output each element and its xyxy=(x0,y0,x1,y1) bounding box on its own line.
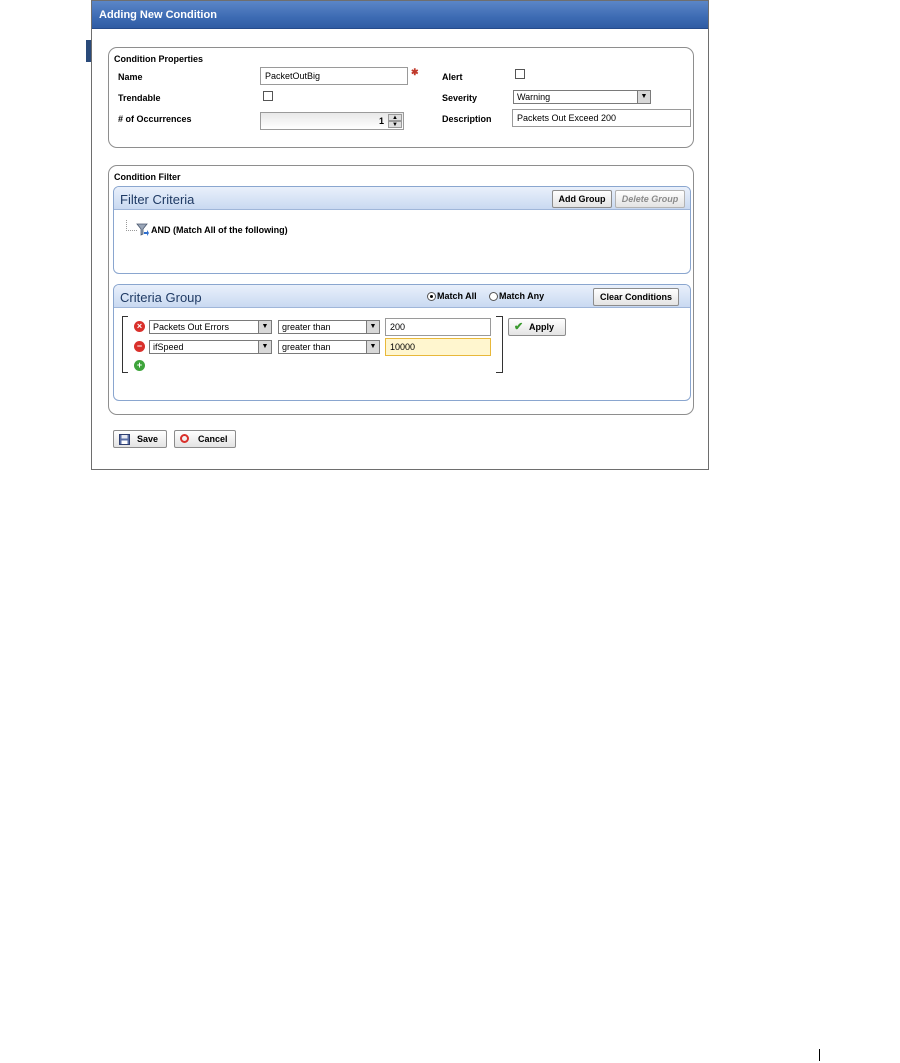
operator-select-1[interactable]: greater than ▼ xyxy=(278,320,380,334)
condition-properties-title: Condition Properties xyxy=(114,54,204,64)
remove-condition-icon[interactable]: × xyxy=(134,321,145,332)
save-button[interactable]: Save xyxy=(113,430,167,448)
checkmark-icon: ✔ xyxy=(514,321,524,333)
dialog-titlebar[interactable]: Adding New Condition xyxy=(92,1,708,29)
attribute-value-1: Packets Out Errors xyxy=(153,322,230,332)
add-group-button[interactable]: Add Group xyxy=(552,190,612,208)
chevron-down-icon[interactable]: ▼ xyxy=(366,341,379,353)
chevron-down-icon[interactable]: ▼ xyxy=(366,321,379,333)
attribute-select-1[interactable]: Packets Out Errors ▼ xyxy=(149,320,272,334)
filter-criteria-section: Filter Criteria Add Group Delete Group A… xyxy=(113,186,691,274)
increment-arrow-icon[interactable]: ▲ xyxy=(388,114,402,121)
save-label: Save xyxy=(137,434,159,444)
criteria-group-title: Criteria Group xyxy=(120,290,202,305)
match-all-radio[interactable] xyxy=(427,292,436,301)
delete-group-button[interactable]: Delete Group xyxy=(615,190,685,208)
operator-select-2[interactable]: greater than ▼ xyxy=(278,340,380,354)
decrement-arrow-icon[interactable]: ▼ xyxy=(388,121,402,128)
group-bracket-right xyxy=(496,316,503,373)
operator-value-1: greater than xyxy=(282,322,331,332)
alert-label: Alert xyxy=(442,72,463,82)
cancel-icon xyxy=(180,434,189,443)
filter-criteria-title: Filter Criteria xyxy=(120,192,195,207)
chevron-down-icon[interactable]: ▼ xyxy=(258,341,271,353)
description-label: Description xyxy=(442,114,492,124)
chevron-down-icon[interactable]: ▼ xyxy=(637,91,650,103)
trendable-checkbox[interactable] xyxy=(263,91,273,101)
condition-filter-title: Condition Filter xyxy=(114,172,181,182)
severity-label: Severity xyxy=(442,93,478,103)
apply-label: Apply xyxy=(529,322,555,332)
tree-node-and[interactable]: AND (Match All of the following) xyxy=(151,225,288,235)
alert-checkbox[interactable] xyxy=(515,69,525,79)
cancel-label: Cancel xyxy=(198,434,228,444)
occurrences-label: # of Occurrences xyxy=(118,114,192,124)
name-label: Name xyxy=(118,72,143,82)
page-divider-mark xyxy=(819,1049,820,1061)
dialog-title: Adding New Condition xyxy=(99,9,217,21)
required-field-icon: ✱ xyxy=(411,67,419,77)
group-bracket-left xyxy=(122,316,128,373)
trendable-label: Trendable xyxy=(118,93,161,103)
apply-button[interactable]: ✔ Apply xyxy=(508,318,566,336)
cancel-button[interactable]: Cancel xyxy=(174,430,236,448)
match-any-label[interactable]: Match Any xyxy=(499,291,544,301)
add-condition-icon[interactable]: + xyxy=(134,360,145,371)
name-field[interactable]: PacketOutBig xyxy=(260,67,408,85)
remove-minus-icon[interactable]: − xyxy=(134,341,145,352)
description-field[interactable]: Packets Out Exceed 200 xyxy=(512,109,691,127)
match-any-radio[interactable] xyxy=(489,292,498,301)
occurrences-stepper[interactable]: 1 ▲ ▼ xyxy=(260,112,404,130)
severity-value: Warning xyxy=(517,92,551,102)
chevron-down-icon[interactable]: ▼ xyxy=(258,321,271,333)
condition-value-field-2[interactable]: 10000 xyxy=(385,338,491,356)
condition-value-field-1[interactable]: 200 xyxy=(385,318,491,336)
clear-conditions-button[interactable]: Clear Conditions xyxy=(593,288,679,306)
filter-funnel-icon xyxy=(136,223,149,236)
adding-new-condition-dialog: Adding New Condition Condition Propertie… xyxy=(91,0,709,470)
occurrences-value: 1 xyxy=(378,116,384,126)
operator-value-2: greater than xyxy=(282,342,331,352)
attribute-value-2: ifSpeed xyxy=(153,342,184,352)
attribute-select-2[interactable]: ifSpeed ▼ xyxy=(149,340,272,354)
severity-select[interactable]: Warning ▼ xyxy=(513,90,651,104)
match-all-label[interactable]: Match All xyxy=(437,291,477,301)
floppy-disk-icon xyxy=(119,434,130,445)
